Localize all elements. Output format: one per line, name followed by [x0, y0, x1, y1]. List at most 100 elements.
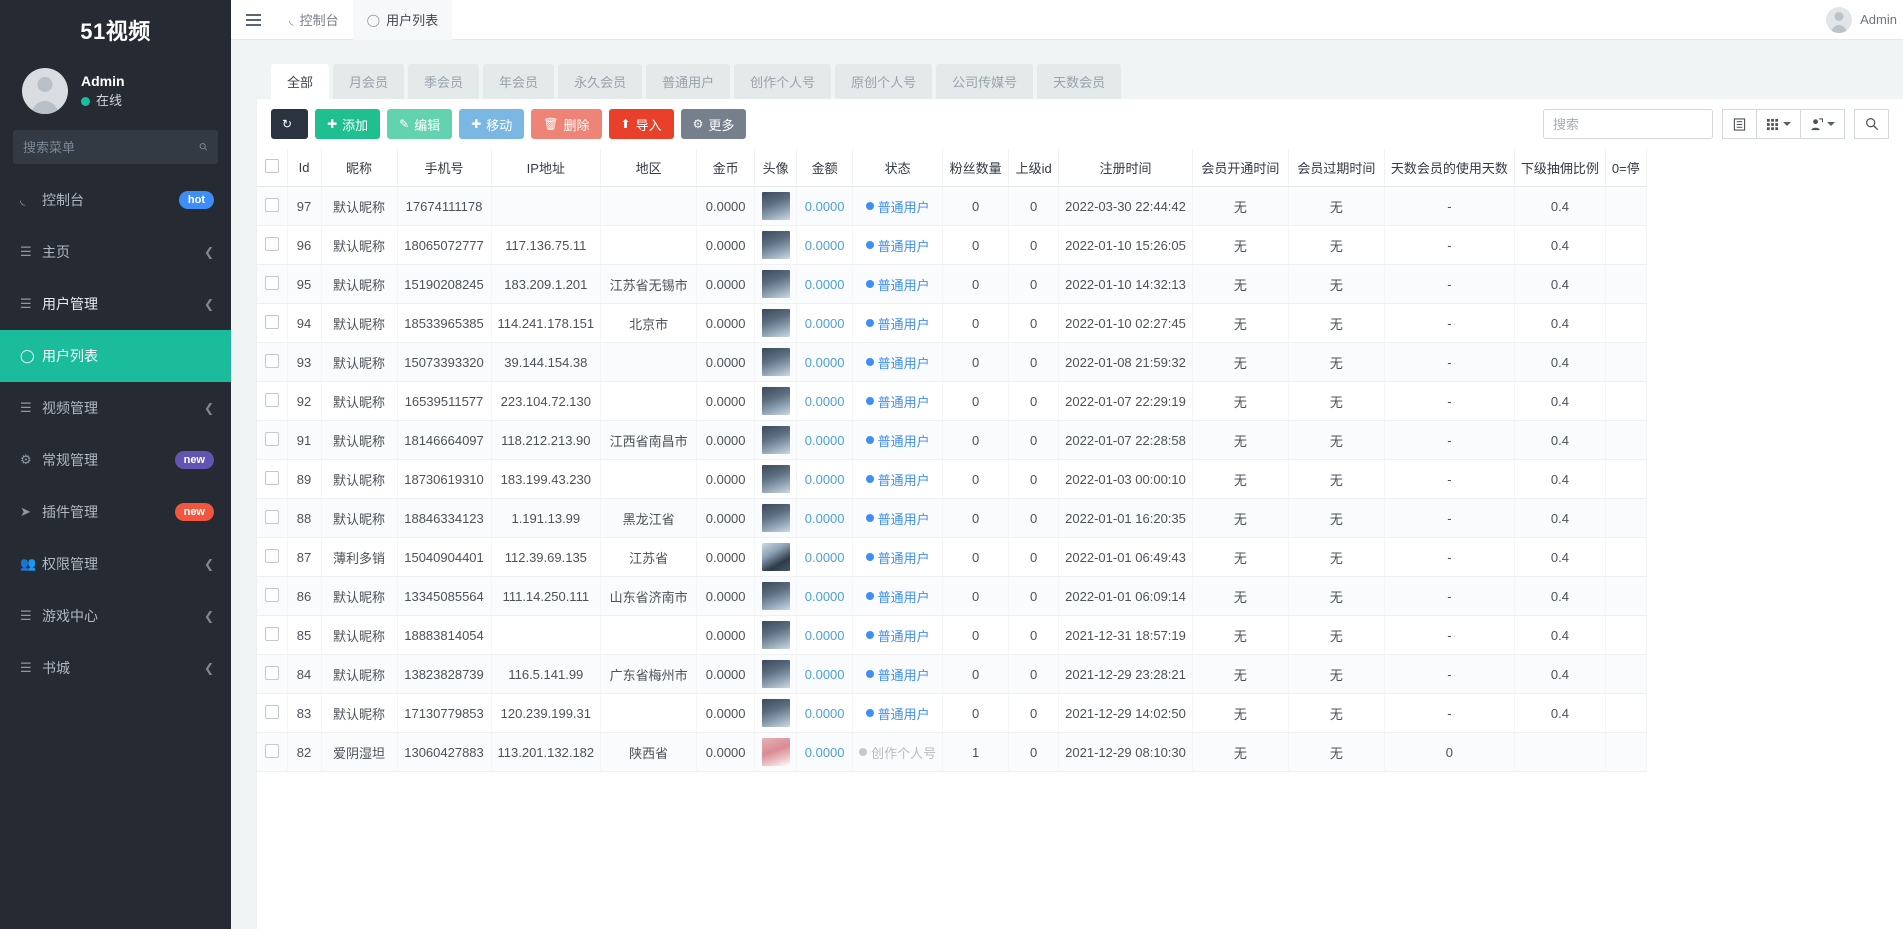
- row-checkbox[interactable]: [265, 471, 279, 485]
- row-checkbox[interactable]: [265, 354, 279, 368]
- column-header-7[interactable]: 头像: [755, 149, 797, 187]
- user-avatar-thumbnail[interactable]: [762, 387, 790, 415]
- amount-link[interactable]: 0.0000: [805, 199, 845, 214]
- filter-tab-6[interactable]: 创作个人号: [734, 64, 831, 99]
- table-row[interactable]: 89默认昵称18730619310183.199.43.2300.00000.0…: [257, 460, 1646, 499]
- import-button[interactable]: ⬆ 导入: [609, 109, 674, 139]
- column-header-15[interactable]: 天数会员的使用天数: [1384, 149, 1514, 187]
- column-header-14[interactable]: 会员过期时间: [1288, 149, 1384, 187]
- amount-link[interactable]: 0.0000: [805, 745, 845, 760]
- table-row[interactable]: 84默认昵称13823828739116.5.141.99广东省梅州市0.000…: [257, 655, 1646, 694]
- column-header-17[interactable]: 0=停: [1605, 149, 1646, 187]
- amount-link[interactable]: 0.0000: [805, 355, 845, 370]
- amount-link[interactable]: 0.0000: [805, 433, 845, 448]
- row-checkbox[interactable]: [265, 315, 279, 329]
- row-checkbox[interactable]: [265, 510, 279, 524]
- row-select[interactable]: [257, 694, 287, 733]
- table-row[interactable]: 91默认昵称18146664097118.212.213.90江西省南昌市0.0…: [257, 421, 1646, 460]
- user-avatar-thumbnail[interactable]: [762, 348, 790, 376]
- column-header-9[interactable]: 状态: [853, 149, 943, 187]
- row-select[interactable]: [257, 733, 287, 772]
- row-checkbox[interactable]: [265, 666, 279, 680]
- column-header-16[interactable]: 下级抽佣比例: [1514, 149, 1605, 187]
- export-button[interactable]: [1801, 109, 1845, 139]
- filter-tab-0[interactable]: 全部: [271, 64, 329, 99]
- sidebar-item-3[interactable]: ◯用户列表: [0, 330, 231, 382]
- row-checkbox[interactable]: [265, 588, 279, 602]
- column-header-10[interactable]: 粉丝数量: [943, 149, 1009, 187]
- sidebar-item-5[interactable]: ⚙常规管理new: [0, 434, 231, 486]
- user-avatar-thumbnail[interactable]: [762, 582, 790, 610]
- column-header-8[interactable]: 金额: [797, 149, 853, 187]
- user-avatar-thumbnail[interactable]: [762, 660, 790, 688]
- row-select[interactable]: [257, 421, 287, 460]
- table-row[interactable]: 95默认昵称15190208245183.209.1.201江苏省无锡市0.00…: [257, 265, 1646, 304]
- topbar-tab-1[interactable]: ◯用户列表: [353, 0, 452, 40]
- row-select[interactable]: [257, 226, 287, 265]
- table-row[interactable]: 82爱阴湿坦13060427883113.201.132.182陕西省0.000…: [257, 733, 1646, 772]
- table-row[interactable]: 86默认昵称13345085564111.14.250.111山东省济南市0.0…: [257, 577, 1646, 616]
- table-row[interactable]: 92默认昵称16539511577223.104.72.1300.00000.0…: [257, 382, 1646, 421]
- amount-link[interactable]: 0.0000: [805, 589, 845, 604]
- topbar-user-area[interactable]: Admin: [1826, 7, 1903, 33]
- sidebar-item-2[interactable]: ☰用户管理❮: [0, 278, 231, 330]
- select-all-checkbox[interactable]: [265, 159, 279, 173]
- filter-tab-3[interactable]: 年会员: [483, 64, 554, 99]
- user-avatar-thumbnail[interactable]: [762, 270, 790, 298]
- amount-link[interactable]: 0.0000: [805, 394, 845, 409]
- menu-search-input[interactable]: [23, 140, 199, 155]
- sidebar-item-4[interactable]: ☰视频管理❮: [0, 382, 231, 434]
- user-avatar-thumbnail[interactable]: [762, 738, 790, 766]
- filter-tab-4[interactable]: 永久会员: [558, 64, 642, 99]
- column-header-11[interactable]: 上级id: [1009, 149, 1059, 187]
- column-header-5[interactable]: 地区: [601, 149, 697, 187]
- column-header-1[interactable]: Id: [287, 149, 321, 187]
- row-checkbox[interactable]: [265, 627, 279, 641]
- more-button[interactable]: ⚙ 更多: [681, 109, 747, 139]
- filter-tab-9[interactable]: 天数会员: [1037, 64, 1121, 99]
- row-checkbox[interactable]: [265, 744, 279, 758]
- sidebar-item-7[interactable]: 👥权限管理❮: [0, 538, 231, 590]
- row-select[interactable]: [257, 382, 287, 421]
- edit-button[interactable]: ✎ 编辑: [387, 109, 452, 139]
- table-row[interactable]: 88默认昵称188463341231.191.13.99黑龙江省0.00000.…: [257, 499, 1646, 538]
- row-checkbox[interactable]: [265, 432, 279, 446]
- row-select[interactable]: [257, 655, 287, 694]
- amount-link[interactable]: 0.0000: [805, 706, 845, 721]
- row-checkbox[interactable]: [265, 393, 279, 407]
- row-checkbox[interactable]: [265, 549, 279, 563]
- filter-tab-5[interactable]: 普通用户: [646, 64, 730, 99]
- refresh-button[interactable]: ↻: [271, 109, 308, 139]
- row-select[interactable]: [257, 577, 287, 616]
- table-scroll-container[interactable]: Id昵称手机号IP地址地区金币头像金额状态粉丝数量上级id注册时间会员开通时间会…: [257, 149, 1903, 772]
- amount-link[interactable]: 0.0000: [805, 277, 845, 292]
- sidebar-item-6[interactable]: ➤插件管理new: [0, 486, 231, 538]
- row-checkbox[interactable]: [265, 705, 279, 719]
- row-select[interactable]: [257, 304, 287, 343]
- row-select[interactable]: [257, 343, 287, 382]
- table-row[interactable]: 97默认昵称176741111780.00000.0000普通用户002022-…: [257, 187, 1646, 226]
- filter-tab-7[interactable]: 原创个人号: [835, 64, 932, 99]
- user-avatar-thumbnail[interactable]: [762, 621, 790, 649]
- sidebar-item-1[interactable]: ☰主页❮: [0, 226, 231, 278]
- table-row[interactable]: 83默认昵称17130779853120.239.199.310.00000.0…: [257, 694, 1646, 733]
- filter-tab-2[interactable]: 季会员: [408, 64, 479, 99]
- menu-search-container[interactable]: [13, 130, 218, 164]
- amount-link[interactable]: 0.0000: [805, 550, 845, 565]
- table-row[interactable]: 94默认昵称18533965385114.241.178.151北京市0.000…: [257, 304, 1646, 343]
- column-header-13[interactable]: 会员开通时间: [1192, 149, 1288, 187]
- user-avatar-thumbnail[interactable]: [762, 426, 790, 454]
- sidebar-profile[interactable]: Admin 在线: [0, 60, 231, 128]
- list-view-button[interactable]: [1722, 109, 1757, 139]
- user-avatar-thumbnail[interactable]: [762, 699, 790, 727]
- column-header-2[interactable]: 昵称: [321, 149, 397, 187]
- user-avatar-thumbnail[interactable]: [762, 192, 790, 220]
- amount-link[interactable]: 0.0000: [805, 238, 845, 253]
- search-submit-button[interactable]: [1854, 109, 1889, 139]
- row-select[interactable]: [257, 499, 287, 538]
- amount-link[interactable]: 0.0000: [805, 472, 845, 487]
- row-checkbox[interactable]: [265, 237, 279, 251]
- column-header-3[interactable]: 手机号: [397, 149, 491, 187]
- sidebar-item-0[interactable]: ◟控制台hot: [0, 174, 231, 226]
- row-select[interactable]: [257, 616, 287, 655]
